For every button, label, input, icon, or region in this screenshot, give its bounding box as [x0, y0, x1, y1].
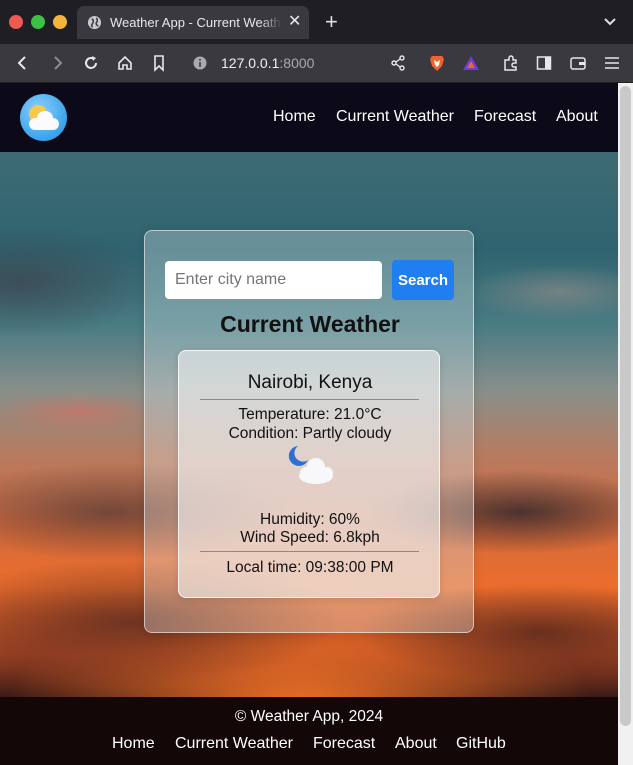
footer-link-github[interactable]: GitHub	[456, 735, 506, 753]
nav-current-weather[interactable]: Current Weather	[336, 108, 454, 126]
browser-tab-bar: Weather App - Current Weather ✕ +	[0, 0, 633, 44]
window-minimize-button[interactable]	[53, 15, 67, 29]
forward-icon[interactable]	[48, 54, 66, 72]
nav-forecast[interactable]: Forecast	[474, 108, 536, 126]
site-navbar: Home Current Weather Forecast About	[0, 83, 618, 152]
site-info-icon[interactable]	[193, 56, 207, 70]
back-icon[interactable]	[14, 54, 32, 72]
sidebar-icon[interactable]	[535, 54, 553, 72]
page-title: Current Weather	[220, 311, 400, 337]
temperature-text: Temperature: 21.0°C	[238, 406, 382, 423]
window-maximize-button[interactable]	[31, 15, 45, 29]
wallet-icon[interactable]	[569, 54, 587, 72]
globe-icon	[87, 15, 102, 30]
menu-icon[interactable]	[603, 54, 621, 72]
footer-link-current-weather[interactable]: Current Weather	[175, 735, 293, 753]
city-search-input[interactable]	[165, 261, 382, 299]
share-icon[interactable]	[389, 54, 407, 72]
url-port: :8000	[279, 55, 315, 71]
browser-toolbar: 127.0.0.1:8000	[0, 44, 633, 83]
local-time-text: Local time: 09:38:00 PM	[226, 559, 394, 576]
extensions-icon[interactable]	[502, 54, 520, 72]
humidity-text: Humidity: 60%	[260, 511, 360, 528]
window-close-button[interactable]	[9, 15, 23, 29]
footer-link-forecast[interactable]: Forecast	[313, 735, 375, 753]
bookmark-icon[interactable]	[150, 54, 168, 72]
new-tab-icon[interactable]: +	[325, 11, 338, 33]
close-tab-icon[interactable]: ✕	[288, 13, 301, 31]
partly-cloudy-night-icon	[288, 446, 333, 484]
weather-result-panel: Nairobi, Kenya Temperature: 21.0°C Condi…	[178, 350, 440, 598]
divider	[200, 399, 419, 400]
reload-icon[interactable]	[82, 54, 100, 72]
wind-speed-text: Wind Speed: 6.8kph	[240, 529, 380, 546]
divider	[200, 551, 419, 552]
partly-sunny-icon[interactable]	[20, 94, 67, 141]
copyright-text: © Weather App, 2024	[234, 708, 384, 725]
search-button[interactable]: Search	[392, 260, 454, 300]
scrollbar-thumb[interactable]	[620, 86, 631, 726]
address-bar[interactable]: 127.0.0.1:8000	[221, 55, 314, 72]
tab-title: Weather App - Current Weather	[110, 15, 282, 31]
footer-link-home[interactable]: Home	[112, 735, 155, 753]
weather-card: Search Current Weather Nairobi, Kenya Te…	[144, 230, 474, 633]
browser-tab-active[interactable]: Weather App - Current Weather ✕	[77, 6, 309, 39]
nav-home[interactable]: Home	[273, 108, 316, 126]
condition-text: Condition: Partly cloudy	[228, 425, 392, 442]
footer-link-about[interactable]: About	[395, 735, 437, 753]
home-icon[interactable]	[116, 54, 134, 72]
url-host: 127.0.0.1	[221, 55, 280, 71]
web-page: Home Current Weather Forecast About Sear…	[0, 83, 618, 765]
brave-rewards-icon[interactable]	[462, 54, 480, 72]
nav-about[interactable]: About	[556, 108, 598, 126]
brave-shield-icon[interactable]	[428, 54, 446, 72]
chevron-down-icon[interactable]	[603, 16, 617, 28]
site-footer: © Weather App, 2024 Home Current Weather…	[0, 697, 618, 765]
location-name: Nairobi, Kenya	[247, 372, 373, 393]
